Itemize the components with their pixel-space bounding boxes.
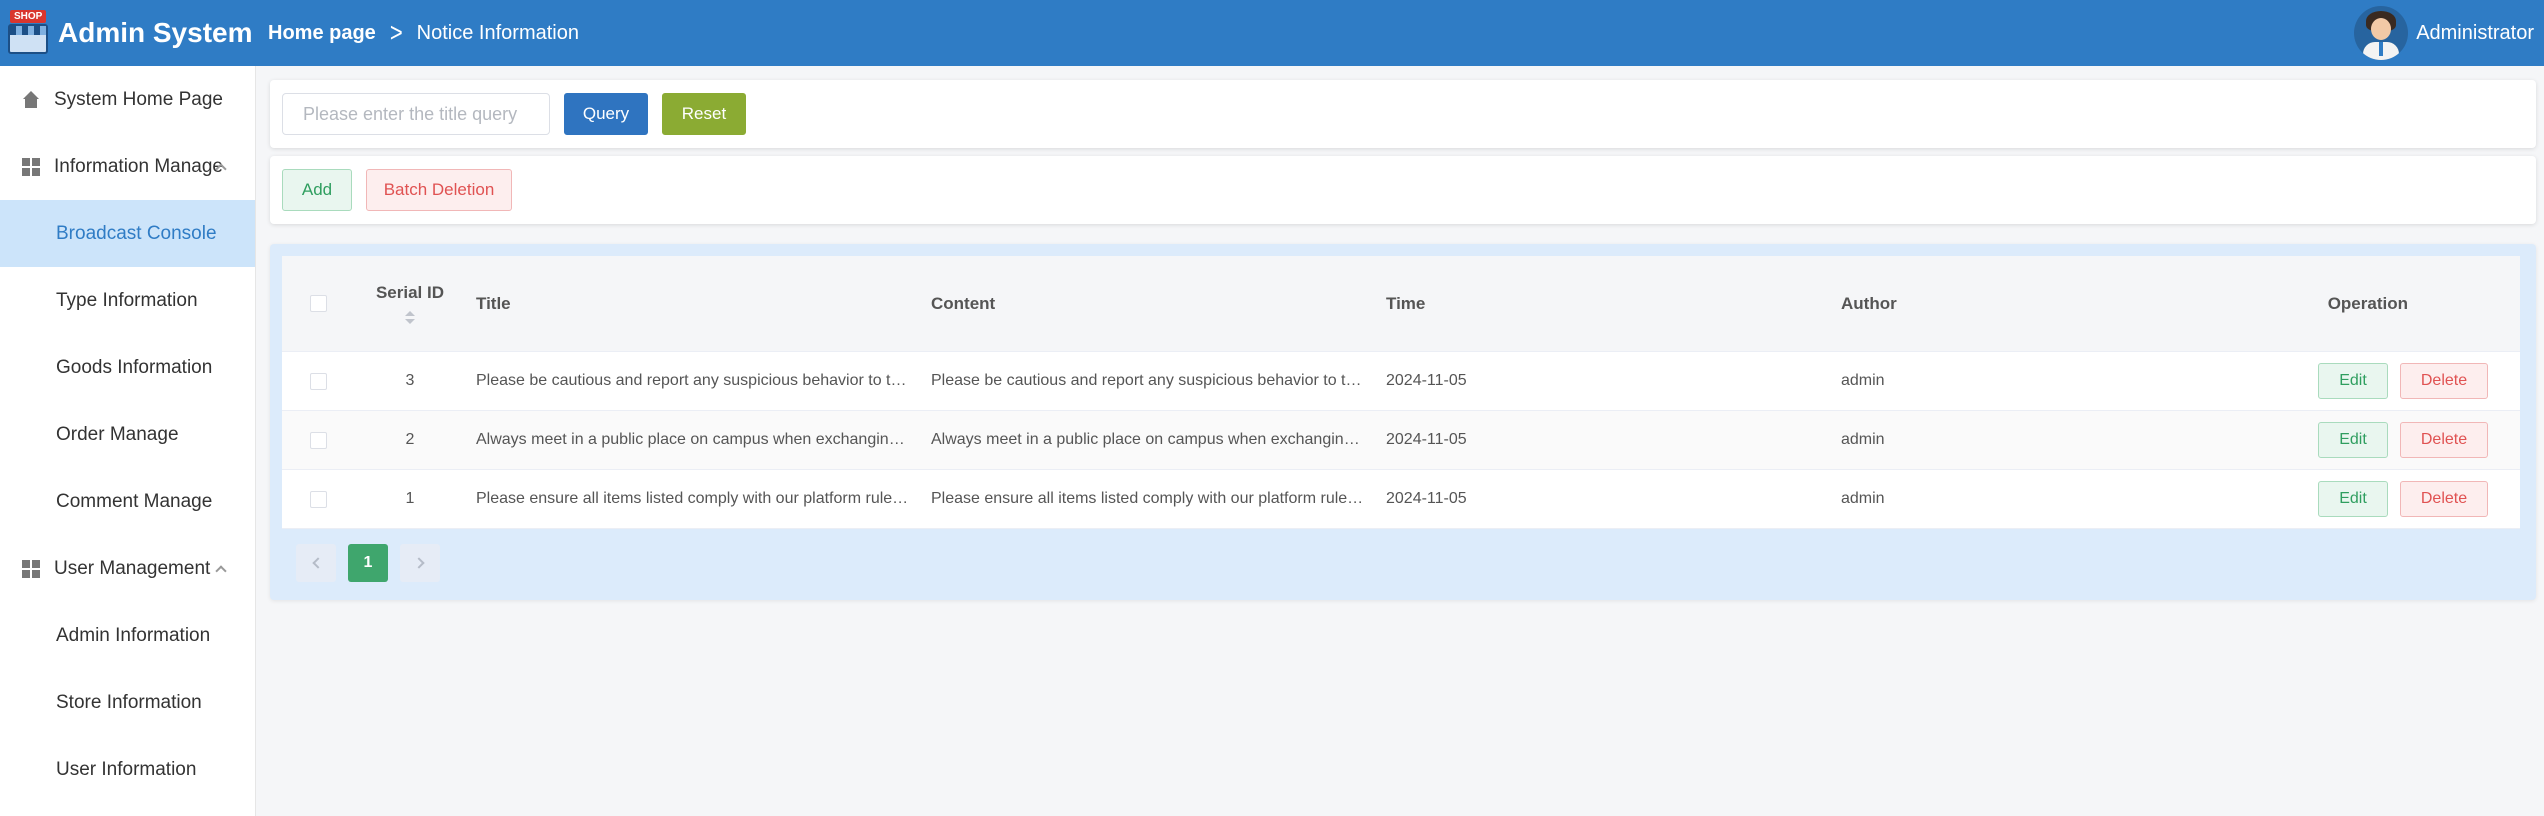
- serial-id-header[interactable]: Serial ID: [354, 283, 466, 324]
- row-checkbox[interactable]: [309, 431, 327, 449]
- batch-deletion-button[interactable]: Batch Deletion: [366, 169, 512, 211]
- home-icon: [22, 90, 40, 109]
- sidebar-group-information-manage[interactable]: Information Manage: [0, 133, 255, 200]
- table-panel: Serial ID Title Content Time Author Oper…: [270, 244, 2536, 600]
- add-button[interactable]: Add: [282, 169, 352, 211]
- storefront-icon: [8, 24, 48, 54]
- table-row: 1 Please ensure all items listed comply …: [282, 470, 2520, 529]
- select-all-checkbox[interactable]: [309, 295, 327, 312]
- prev-page-button[interactable]: [296, 544, 336, 582]
- top-header: SHOP Admin System Home page > Notice Inf…: [0, 0, 2544, 66]
- main-content: Query Reset Add Batch Deletion Serial ID…: [270, 80, 2536, 600]
- column-header: Operation: [2327, 293, 2408, 313]
- cell-time: 2024-11-05: [1386, 490, 1467, 507]
- sidebar-item-label: Type Information: [56, 289, 198, 311]
- sidebar-item-broadcast-console[interactable]: Broadcast Console: [0, 200, 255, 267]
- cell-title: Always meet in a public place on campus …: [476, 431, 916, 448]
- sidebar-item-admin-information[interactable]: Admin Information: [0, 602, 255, 669]
- query-button[interactable]: Query: [564, 93, 648, 135]
- cell-serial-id: 2: [405, 431, 415, 448]
- sidebar-group-user-management[interactable]: User Management: [0, 535, 255, 602]
- next-page-button[interactable]: [400, 544, 440, 582]
- sort-icon[interactable]: [405, 311, 415, 324]
- table-row: 3 Please be cautious and report any susp…: [282, 352, 2520, 411]
- sidebar-item-label: Broadcast Console: [56, 222, 217, 244]
- sidebar-item-user-information[interactable]: User Information: [0, 736, 255, 803]
- column-header: Content: [931, 293, 996, 313]
- cell-time: 2024-11-05: [1386, 431, 1467, 448]
- cell-serial-id: 3: [405, 372, 415, 389]
- sidebar-item-label: Information Manage: [54, 155, 223, 177]
- pagination: 1: [296, 544, 440, 582]
- breadcrumb-home[interactable]: Home page: [268, 22, 376, 45]
- column-header: Serial ID: [375, 283, 445, 302]
- notice-table: Serial ID Title Content Time Author Oper…: [282, 256, 2520, 529]
- edit-button[interactable]: Edit: [2318, 481, 2388, 517]
- cell-content: Always meet in a public place on campus …: [931, 431, 1371, 448]
- row-checkbox[interactable]: [309, 372, 327, 390]
- grid-icon: [22, 559, 40, 578]
- sidebar-item-label: Order Manage: [56, 423, 179, 445]
- edit-button[interactable]: Edit: [2318, 363, 2388, 399]
- chevron-up-icon: [215, 565, 227, 577]
- cell-title: Please be cautious and report any suspic…: [476, 372, 921, 389]
- cell-author: admin: [1841, 431, 1885, 448]
- sidebar-item-label: User Information: [56, 758, 197, 780]
- avatar[interactable]: [2354, 6, 2409, 60]
- search-bar: Query Reset: [270, 80, 2536, 148]
- column-header: Title: [476, 293, 511, 313]
- action-bar: Add Batch Deletion: [270, 156, 2536, 224]
- edit-button[interactable]: Edit: [2318, 422, 2388, 458]
- table-row: 2 Always meet in a public place on campu…: [282, 411, 2520, 470]
- grid-icon: [22, 157, 40, 176]
- sidebar-item-goods-information[interactable]: Goods Information: [0, 334, 255, 401]
- cell-title: Please ensure all items listed comply wi…: [476, 490, 918, 507]
- logo-text: SHOP: [10, 10, 47, 23]
- breadcrumb-current: Notice Information: [416, 21, 579, 44]
- cell-content: Please be cautious and report any suspic…: [931, 372, 1376, 389]
- app-title: Admin System: [58, 17, 253, 48]
- title-search-input[interactable]: [282, 93, 550, 135]
- user-menu[interactable]: Administrator: [2354, 0, 2534, 66]
- shop-logo: SHOP: [6, 10, 52, 56]
- sidebar-item-label: Comment Manage: [56, 490, 213, 512]
- cell-serial-id: 1: [405, 490, 415, 507]
- sidebar-item-label: Goods Information: [56, 356, 213, 378]
- sidebar: System Home Page Information Manage Broa…: [0, 66, 256, 816]
- delete-button[interactable]: Delete: [2400, 422, 2488, 458]
- page-number-button[interactable]: 1: [348, 544, 388, 582]
- sidebar-item-store-information[interactable]: Store Information: [0, 669, 255, 736]
- row-checkbox[interactable]: [309, 490, 327, 508]
- delete-button[interactable]: Delete: [2400, 481, 2488, 517]
- sidebar-item-label: User Management: [54, 557, 211, 579]
- sidebar-item-label: System Home Page: [54, 88, 223, 110]
- chevron-left-icon: [311, 557, 324, 569]
- column-header: Author: [1841, 293, 1897, 313]
- cell-content: Please ensure all items listed comply wi…: [931, 490, 1373, 507]
- cell-time: 2024-11-05: [1386, 372, 1467, 389]
- cell-author: admin: [1841, 490, 1885, 507]
- delete-button[interactable]: Delete: [2400, 363, 2488, 399]
- column-header: Time: [1386, 293, 1426, 313]
- chevron-right-icon: [412, 557, 425, 569]
- table-header: Serial ID Title Content Time Author Oper…: [282, 256, 2520, 352]
- sidebar-item-comment-manage[interactable]: Comment Manage: [0, 468, 255, 535]
- cell-author: admin: [1841, 372, 1885, 389]
- breadcrumb-separator-icon: >: [389, 17, 403, 48]
- sidebar-item-order-manage[interactable]: Order Manage: [0, 401, 255, 468]
- sidebar-item-label: Admin Information: [56, 624, 211, 646]
- sidebar-item-label: Store Information: [56, 691, 202, 713]
- sidebar-item-type-information[interactable]: Type Information: [0, 267, 255, 334]
- reset-button[interactable]: Reset: [662, 93, 746, 135]
- user-name[interactable]: Administrator: [2416, 22, 2534, 45]
- sidebar-item-system-home[interactable]: System Home Page: [0, 66, 255, 133]
